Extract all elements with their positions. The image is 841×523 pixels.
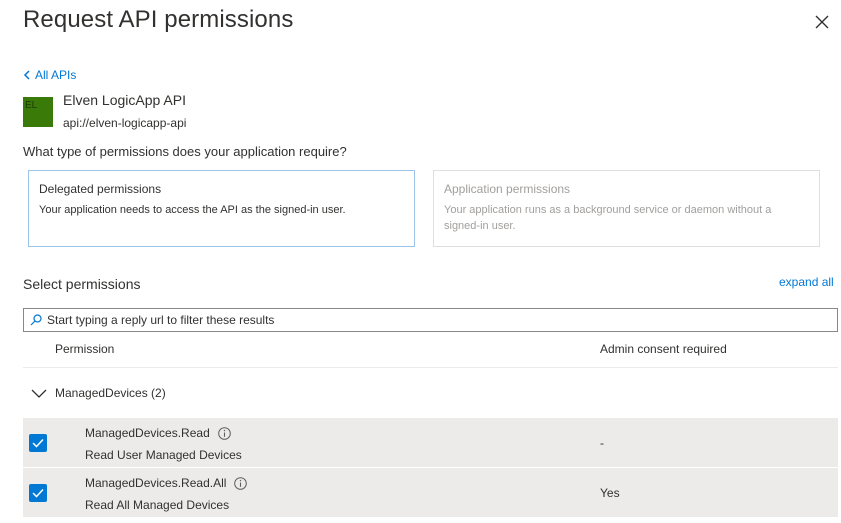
info-icon[interactable] [217,426,231,440]
permission-column-header: Permission [55,342,115,356]
checkmark-icon [32,488,44,498]
permission-checkbox[interactable] [29,434,47,452]
application-permissions-description: Your application runs as a background se… [444,204,772,232]
all-apis-link[interactable]: All APIs [23,68,76,82]
search-icon [30,314,42,326]
delegated-permissions-title: Delegated permissions [39,182,162,196]
api-logo: EL [23,97,53,127]
admin-consent-value: - [600,436,604,450]
permission-description: Read All Managed Devices [85,498,230,512]
permission-name-wrapper: ManagedDevices.Read.All [85,476,248,490]
permission-search-input[interactable] [47,313,837,327]
select-permissions-heading: Select permissions [23,276,141,292]
all-apis-label: All APIs [35,68,77,82]
permission-description: Read User Managed Devices [85,448,242,462]
chevron-left-icon [23,70,30,80]
close-button[interactable] [812,12,832,32]
api-name: Elven LogicApp API [63,92,186,108]
delegated-permissions-description: Your application needs to access the API… [39,204,346,216]
permission-name: ManagedDevices.Read.All [85,476,227,490]
permission-name: ManagedDevices.Read [85,426,210,440]
admin-consent-value: Yes [600,486,620,500]
permission-checkbox[interactable] [29,484,47,502]
checkmark-icon [32,438,44,448]
chevron-down-icon [31,389,47,398]
permission-row: ManagedDevices.Read Read User Managed De… [23,418,838,467]
delegated-permissions-card[interactable]: Delegated permissions Your application n… [28,170,415,247]
info-icon[interactable] [234,476,248,490]
api-uri: api://elven-logicapp-api [63,116,187,130]
permission-type-question: What type of permissions does your appli… [23,144,347,159]
admin-consent-column-header: Admin consent required [600,342,727,356]
expand-all-link[interactable]: expand all [779,275,834,289]
group-label: ManagedDevices (2) [55,386,166,400]
permission-name-wrapper: ManagedDevices.Read [85,426,231,440]
application-permissions-card: Application permissions Your application… [433,170,820,247]
group-toggle-manageddevices[interactable]: ManagedDevices (2) [23,378,838,408]
application-permissions-title: Application permissions [444,182,571,196]
close-icon [815,15,829,29]
permission-row: ManagedDevices.Read.All Read All Managed… [23,468,838,517]
panel-title: Request API permissions [23,6,294,33]
header-divider [23,367,838,368]
permission-search-box[interactable] [23,308,838,332]
